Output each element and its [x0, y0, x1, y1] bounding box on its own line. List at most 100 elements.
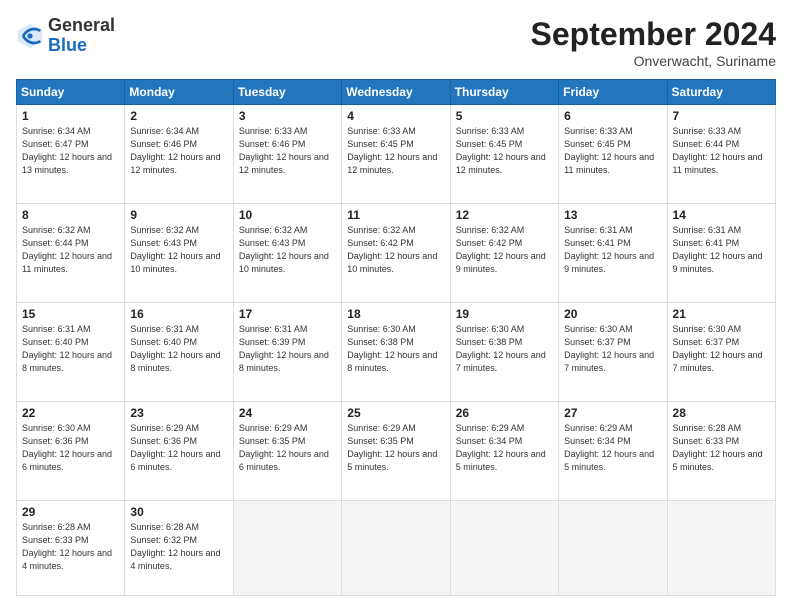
day-number: 13	[564, 208, 661, 222]
day-info: Sunrise: 6:30 AMSunset: 6:37 PMDaylight:…	[564, 323, 661, 375]
day-number: 27	[564, 406, 661, 420]
day-cell: 10 Sunrise: 6:32 AMSunset: 6:43 PMDaylig…	[233, 203, 341, 302]
day-number: 20	[564, 307, 661, 321]
day-cell: 18 Sunrise: 6:30 AMSunset: 6:38 PMDaylig…	[342, 302, 450, 401]
day-info: Sunrise: 6:29 AMSunset: 6:36 PMDaylight:…	[130, 422, 227, 474]
day-cell: 14 Sunrise: 6:31 AMSunset: 6:41 PMDaylig…	[667, 203, 775, 302]
day-number: 26	[456, 406, 553, 420]
day-info: Sunrise: 6:31 AMSunset: 6:41 PMDaylight:…	[564, 224, 661, 276]
day-cell: 26 Sunrise: 6:29 AMSunset: 6:34 PMDaylig…	[450, 401, 558, 500]
day-info: Sunrise: 6:30 AMSunset: 6:37 PMDaylight:…	[673, 323, 770, 375]
col-saturday: Saturday	[667, 80, 775, 105]
day-number: 8	[22, 208, 119, 222]
calendar-row: 22 Sunrise: 6:30 AMSunset: 6:36 PMDaylig…	[17, 401, 776, 500]
day-info: Sunrise: 6:28 AMSunset: 6:33 PMDaylight:…	[673, 422, 770, 474]
day-number: 2	[130, 109, 227, 123]
day-cell: 30 Sunrise: 6:28 AMSunset: 6:32 PMDaylig…	[125, 500, 233, 595]
day-info: Sunrise: 6:32 AMSunset: 6:42 PMDaylight:…	[456, 224, 553, 276]
day-info: Sunrise: 6:29 AMSunset: 6:34 PMDaylight:…	[564, 422, 661, 474]
day-info: Sunrise: 6:31 AMSunset: 6:40 PMDaylight:…	[22, 323, 119, 375]
day-info: Sunrise: 6:30 AMSunset: 6:36 PMDaylight:…	[22, 422, 119, 474]
day-info: Sunrise: 6:29 AMSunset: 6:35 PMDaylight:…	[239, 422, 336, 474]
calendar-row: 29 Sunrise: 6:28 AMSunset: 6:33 PMDaylig…	[17, 500, 776, 595]
day-info: Sunrise: 6:31 AMSunset: 6:40 PMDaylight:…	[130, 323, 227, 375]
day-number: 10	[239, 208, 336, 222]
day-info: Sunrise: 6:31 AMSunset: 6:39 PMDaylight:…	[239, 323, 336, 375]
day-cell: 17 Sunrise: 6:31 AMSunset: 6:39 PMDaylig…	[233, 302, 341, 401]
day-number: 28	[673, 406, 770, 420]
day-number: 23	[130, 406, 227, 420]
logo-blue: Blue	[48, 36, 115, 56]
day-number: 30	[130, 505, 227, 519]
day-cell: 7 Sunrise: 6:33 AMSunset: 6:44 PMDayligh…	[667, 105, 775, 204]
day-info: Sunrise: 6:34 AMSunset: 6:47 PMDaylight:…	[22, 125, 119, 177]
day-cell: 19 Sunrise: 6:30 AMSunset: 6:38 PMDaylig…	[450, 302, 558, 401]
day-cell: 9 Sunrise: 6:32 AMSunset: 6:43 PMDayligh…	[125, 203, 233, 302]
day-cell: 24 Sunrise: 6:29 AMSunset: 6:35 PMDaylig…	[233, 401, 341, 500]
day-info: Sunrise: 6:33 AMSunset: 6:45 PMDaylight:…	[347, 125, 444, 177]
col-sunday: Sunday	[17, 80, 125, 105]
empty-cell	[667, 500, 775, 595]
day-info: Sunrise: 6:28 AMSunset: 6:32 PMDaylight:…	[130, 521, 227, 573]
day-cell: 2 Sunrise: 6:34 AMSunset: 6:46 PMDayligh…	[125, 105, 233, 204]
day-number: 19	[456, 307, 553, 321]
day-number: 6	[564, 109, 661, 123]
logo-text: General Blue	[48, 16, 115, 56]
calendar-table: Sunday Monday Tuesday Wednesday Thursday…	[16, 79, 776, 596]
col-thursday: Thursday	[450, 80, 558, 105]
day-cell: 3 Sunrise: 6:33 AMSunset: 6:46 PMDayligh…	[233, 105, 341, 204]
day-number: 17	[239, 307, 336, 321]
day-cell: 8 Sunrise: 6:32 AMSunset: 6:44 PMDayligh…	[17, 203, 125, 302]
day-number: 9	[130, 208, 227, 222]
day-info: Sunrise: 6:29 AMSunset: 6:35 PMDaylight:…	[347, 422, 444, 474]
empty-cell	[233, 500, 341, 595]
day-number: 21	[673, 307, 770, 321]
col-wednesday: Wednesday	[342, 80, 450, 105]
day-cell: 20 Sunrise: 6:30 AMSunset: 6:37 PMDaylig…	[559, 302, 667, 401]
day-info: Sunrise: 6:32 AMSunset: 6:42 PMDaylight:…	[347, 224, 444, 276]
day-info: Sunrise: 6:30 AMSunset: 6:38 PMDaylight:…	[456, 323, 553, 375]
day-number: 5	[456, 109, 553, 123]
day-cell: 4 Sunrise: 6:33 AMSunset: 6:45 PMDayligh…	[342, 105, 450, 204]
day-info: Sunrise: 6:28 AMSunset: 6:33 PMDaylight:…	[22, 521, 119, 573]
day-info: Sunrise: 6:33 AMSunset: 6:45 PMDaylight:…	[564, 125, 661, 177]
header: General Blue September 2024 Onverwacht, …	[16, 16, 776, 69]
title-block: September 2024 Onverwacht, Suriname	[531, 16, 776, 69]
day-number: 29	[22, 505, 119, 519]
day-cell: 15 Sunrise: 6:31 AMSunset: 6:40 PMDaylig…	[17, 302, 125, 401]
empty-cell	[450, 500, 558, 595]
logo-icon	[16, 22, 44, 50]
day-cell: 23 Sunrise: 6:29 AMSunset: 6:36 PMDaylig…	[125, 401, 233, 500]
day-info: Sunrise: 6:30 AMSunset: 6:38 PMDaylight:…	[347, 323, 444, 375]
day-cell: 29 Sunrise: 6:28 AMSunset: 6:33 PMDaylig…	[17, 500, 125, 595]
day-info: Sunrise: 6:32 AMSunset: 6:43 PMDaylight:…	[239, 224, 336, 276]
col-tuesday: Tuesday	[233, 80, 341, 105]
location-subtitle: Onverwacht, Suriname	[531, 53, 776, 69]
day-number: 3	[239, 109, 336, 123]
day-cell: 22 Sunrise: 6:30 AMSunset: 6:36 PMDaylig…	[17, 401, 125, 500]
day-cell: 21 Sunrise: 6:30 AMSunset: 6:37 PMDaylig…	[667, 302, 775, 401]
day-number: 22	[22, 406, 119, 420]
day-number: 12	[456, 208, 553, 222]
day-cell: 5 Sunrise: 6:33 AMSunset: 6:45 PMDayligh…	[450, 105, 558, 204]
day-number: 18	[347, 307, 444, 321]
day-cell: 28 Sunrise: 6:28 AMSunset: 6:33 PMDaylig…	[667, 401, 775, 500]
day-info: Sunrise: 6:34 AMSunset: 6:46 PMDaylight:…	[130, 125, 227, 177]
calendar-row: 1 Sunrise: 6:34 AMSunset: 6:47 PMDayligh…	[17, 105, 776, 204]
calendar-row: 8 Sunrise: 6:32 AMSunset: 6:44 PMDayligh…	[17, 203, 776, 302]
day-number: 16	[130, 307, 227, 321]
day-number: 15	[22, 307, 119, 321]
day-cell: 6 Sunrise: 6:33 AMSunset: 6:45 PMDayligh…	[559, 105, 667, 204]
col-friday: Friday	[559, 80, 667, 105]
day-info: Sunrise: 6:32 AMSunset: 6:44 PMDaylight:…	[22, 224, 119, 276]
day-number: 11	[347, 208, 444, 222]
day-number: 24	[239, 406, 336, 420]
day-number: 1	[22, 109, 119, 123]
logo-general: General	[48, 16, 115, 36]
calendar-row: 15 Sunrise: 6:31 AMSunset: 6:40 PMDaylig…	[17, 302, 776, 401]
day-number: 14	[673, 208, 770, 222]
day-cell: 27 Sunrise: 6:29 AMSunset: 6:34 PMDaylig…	[559, 401, 667, 500]
day-cell: 16 Sunrise: 6:31 AMSunset: 6:40 PMDaylig…	[125, 302, 233, 401]
empty-cell	[342, 500, 450, 595]
day-cell: 25 Sunrise: 6:29 AMSunset: 6:35 PMDaylig…	[342, 401, 450, 500]
